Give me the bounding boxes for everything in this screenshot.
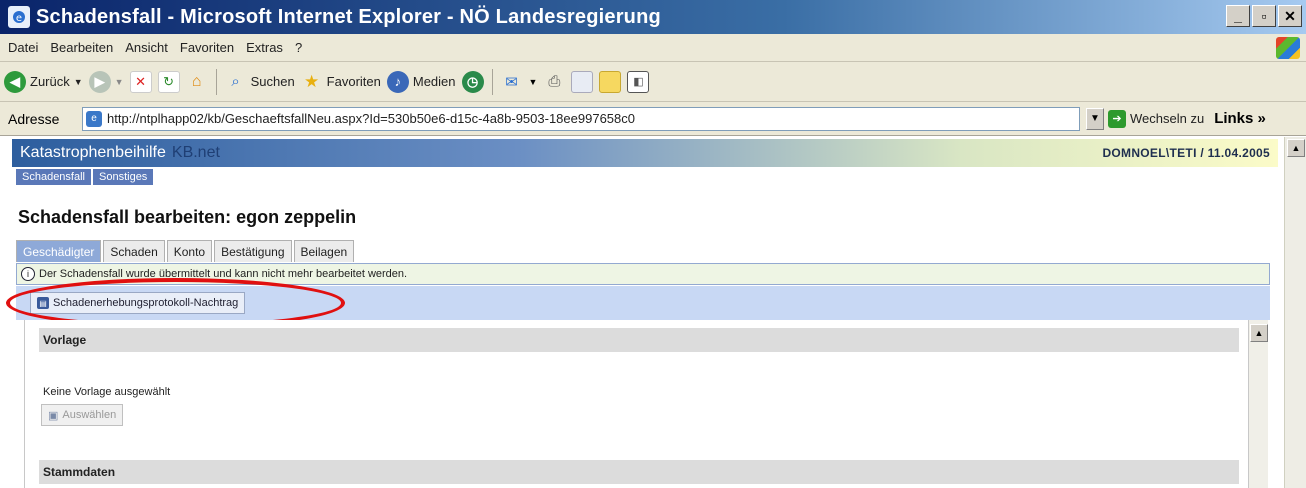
- address-input[interactable]: e http://ntplhapp02/kb/GeschaeftsfallNeu…: [82, 106, 1080, 131]
- go-arrow-icon: ➔: [1108, 109, 1126, 128]
- edit-icon[interactable]: [571, 70, 594, 93]
- windows-logo-icon: [1276, 37, 1300, 59]
- tab-beilagen[interactable]: Beilagen: [293, 240, 355, 262]
- content-panel: Vorlage Keine Vorlage ausgewählt ▣ Auswä…: [24, 320, 1268, 488]
- menu-item-datei[interactable]: Datei: [8, 40, 38, 55]
- stop-icon[interactable]: ✕: [129, 70, 152, 93]
- maximize-button[interactable]: ▫: [1252, 5, 1276, 27]
- search-label: Suchen: [250, 74, 295, 89]
- search-icon: ⌕: [231, 73, 240, 90]
- page-icon: e: [86, 110, 102, 127]
- user-date-label: DOMNOEL\TETI / 11.04.2005: [1102, 146, 1270, 160]
- no-template-text: Keine Vorlage ausgewählt: [43, 386, 171, 398]
- info-icon: i: [21, 267, 35, 281]
- favorites-label: Favoriten: [326, 74, 381, 89]
- toolbar-separator: [491, 68, 493, 95]
- menu-item-favoriten[interactable]: Favoriten: [180, 40, 234, 55]
- search-button[interactable]: ⌕ Suchen: [225, 71, 295, 93]
- forward-arrow-icon: ▶: [88, 70, 111, 93]
- info-message: Der Schadensfall wurde übermittelt und k…: [39, 268, 408, 280]
- choose-icon: ▣: [48, 409, 59, 422]
- info-message-bar: i Der Schadensfall wurde übermittelt und…: [16, 263, 1270, 285]
- page-scrollbar[interactable]: ▲: [1284, 137, 1306, 488]
- app-nav: Schadensfall Sonstiges: [16, 169, 154, 185]
- browser-toolbar: ◀ Zurück ▼ ▶ ▼ ✕ ↻ ⌂ ⌕ Suchen ★ Favorite…: [0, 62, 1306, 102]
- address-dropdown-button[interactable]: ▼: [1086, 107, 1104, 130]
- favorites-button[interactable]: ★ Favoriten: [301, 71, 381, 93]
- media-label: Medien: [412, 74, 456, 89]
- media-icon: ♪: [386, 70, 409, 93]
- scroll-up-icon[interactable]: ▲: [1287, 139, 1305, 157]
- chevron-down-icon: ▼: [73, 76, 83, 87]
- tab-schaden[interactable]: Schaden: [103, 240, 165, 262]
- app-subtitle: KB.net: [171, 144, 220, 161]
- window-titlebar[interactable]: e Schadensfall - Microsoft Internet Expl…: [0, 0, 1306, 34]
- document-icon: ▤: [37, 297, 49, 309]
- go-label: Wechseln zu: [1130, 111, 1205, 126]
- ie-page-icon: e: [8, 6, 30, 28]
- page-viewport: ▲ Katastrophenbeihilfe KB.net DOMNOEL\TE…: [0, 137, 1306, 488]
- menu-item-ansicht[interactable]: Ansicht: [125, 40, 168, 55]
- tab-konto[interactable]: Konto: [166, 240, 213, 262]
- go-button[interactable]: ➔ Wechseln zu: [1108, 109, 1205, 128]
- star-icon: ★: [304, 71, 320, 91]
- tab-bestaetigung[interactable]: Bestätigung: [214, 240, 292, 262]
- nav-item-sonstiges[interactable]: Sonstiges: [93, 169, 154, 185]
- menu-item-help[interactable]: ?: [295, 40, 302, 55]
- scroll-up-icon[interactable]: ▲: [1250, 324, 1268, 342]
- back-button[interactable]: ◀ Zurück ▼: [4, 70, 83, 93]
- print-icon[interactable]: ⎙: [543, 71, 565, 93]
- page-title: Schadensfall bearbeiten: egon zeppelin: [18, 207, 357, 227]
- history-icon[interactable]: ◷: [461, 70, 484, 93]
- nav-item-schadensfall[interactable]: Schadensfall: [16, 169, 91, 185]
- menu-item-bearbeiten[interactable]: Bearbeiten: [50, 40, 113, 55]
- media-button[interactable]: ♪ Medien: [386, 70, 456, 93]
- address-bar: Adresse e http://ntplhapp02/kb/Geschaeft…: [0, 102, 1306, 136]
- choose-template-button[interactable]: ▣ Auswählen: [41, 404, 124, 426]
- menu-bar: Datei Bearbeiten Ansicht Favoriten Extra…: [0, 34, 1306, 62]
- svg-text:e: e: [16, 13, 22, 24]
- app-header: Katastrophenbeihilfe KB.net DOMNOEL\TETI…: [12, 139, 1278, 167]
- section-vorlage-heading: Vorlage: [39, 328, 1239, 352]
- tab-geschaedigter[interactable]: Geschädigter: [16, 240, 102, 262]
- panel-scrollbar[interactable]: ▲: [1248, 320, 1268, 488]
- home-icon[interactable]: ⌂: [186, 71, 208, 93]
- action-bar: ▤ Schadenerhebungsprotokoll-Nachtrag: [16, 286, 1270, 320]
- discuss-icon[interactable]: ◧: [627, 70, 650, 93]
- folder-icon[interactable]: [599, 70, 622, 93]
- menu-item-extras[interactable]: Extras: [246, 40, 283, 55]
- nachtrag-label: Schadenerhebungsprotokoll-Nachtrag: [53, 297, 239, 309]
- close-button[interactable]: ✕: [1278, 5, 1302, 27]
- window-controls: _ ▫ ✕: [1226, 5, 1302, 27]
- back-arrow-icon: ◀: [4, 70, 26, 93]
- section-stammdaten-heading: Stammdaten: [39, 460, 1239, 484]
- forward-button[interactable]: ▶ ▼: [88, 70, 124, 93]
- chevron-down-icon: ▼: [114, 76, 124, 87]
- chevron-down-icon[interactable]: ▼: [529, 77, 538, 87]
- toolbar-separator: [215, 68, 217, 95]
- address-url: http://ntplhapp02/kb/GeschaeftsfallNeu.a…: [107, 111, 635, 126]
- tab-bar: Geschädigter Schaden Konto Bestätigung B…: [16, 240, 355, 262]
- nachtrag-button[interactable]: ▤ Schadenerhebungsprotokoll-Nachtrag: [30, 292, 246, 314]
- mail-icon[interactable]: ✉: [501, 71, 523, 93]
- app-name: Katastrophenbeihilfe: [20, 144, 166, 161]
- minimize-button[interactable]: _: [1226, 5, 1250, 27]
- address-label: Adresse: [8, 110, 60, 127]
- choose-label: Auswählen: [62, 409, 117, 421]
- window-title: Schadensfall - Microsoft Internet Explor…: [36, 5, 661, 28]
- refresh-icon[interactable]: ↻: [157, 70, 180, 93]
- back-label: Zurück: [30, 74, 70, 89]
- links-toolbar[interactable]: Links »: [1214, 110, 1266, 127]
